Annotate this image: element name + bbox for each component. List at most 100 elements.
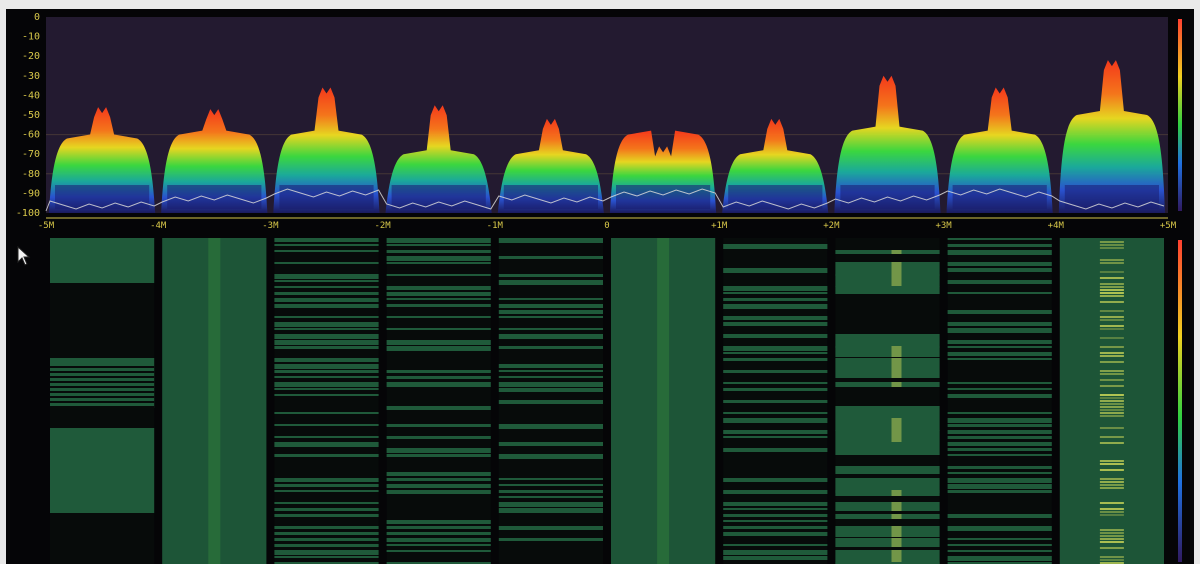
waterfall-burst — [274, 478, 379, 482]
waterfall-burst — [947, 346, 1052, 348]
waterfall-center — [208, 238, 221, 564]
waterfall-hot — [891, 250, 902, 254]
waterfall-burst — [947, 238, 1052, 240]
waterfall-hot — [1099, 541, 1124, 543]
waterfall-hot — [1099, 559, 1124, 561]
waterfall-burst — [274, 394, 379, 396]
waterfall-gap — [50, 376, 155, 378]
waterfall-burst — [835, 442, 940, 455]
y-tick-label: -50 — [22, 110, 40, 121]
waterfall-hot — [1099, 538, 1124, 540]
waterfall-hot — [1099, 463, 1124, 465]
waterfall-burst — [498, 502, 603, 507]
waterfall-hot — [891, 502, 902, 511]
waterfall-burst — [386, 382, 491, 387]
waterfall-hot — [1099, 241, 1124, 243]
waterfall-burst — [498, 364, 603, 368]
waterfall-hot — [1099, 406, 1124, 408]
y-tick-label: -60 — [22, 130, 40, 141]
waterfall-burst — [386, 406, 491, 410]
waterfall-hot — [1099, 514, 1124, 516]
waterfall-burst — [947, 514, 1052, 518]
waterfall-burst — [274, 508, 379, 511]
waterfall-burst — [947, 358, 1052, 360]
waterfall-burst — [386, 274, 491, 276]
waterfall-hot — [891, 370, 902, 378]
waterfall-burst — [835, 286, 940, 294]
waterfall-burst — [835, 466, 940, 474]
x-tick-label: -3M — [262, 221, 279, 231]
waterfall-burst — [498, 346, 603, 349]
waterfall-burst — [835, 346, 940, 357]
waterfall-burst — [498, 334, 603, 339]
waterfall-burst — [386, 478, 491, 481]
waterfall-hot — [1099, 394, 1124, 396]
waterfall-burst — [498, 274, 603, 277]
waterfall-gap — [50, 381, 155, 383]
waterfall-channel — [50, 238, 155, 564]
waterfall-channel — [611, 238, 716, 564]
waterfall-burst — [274, 250, 379, 252]
waterfall-burst — [498, 526, 603, 530]
waterfall-burst — [386, 376, 491, 379]
y-tick-label: -10 — [22, 32, 40, 43]
waterfall-burst — [498, 382, 603, 387]
waterfall-burst — [386, 532, 491, 535]
waterfall-display[interactable] — [6, 238, 1194, 564]
noise-floor — [616, 185, 711, 209]
x-tick-label: -5M — [38, 221, 55, 231]
waterfall-burst — [386, 346, 491, 351]
waterfall-hot — [1099, 508, 1124, 510]
waterfall-hot — [1099, 409, 1124, 411]
waterfall-burst — [274, 328, 379, 330]
waterfall-gap — [50, 366, 155, 368]
waterfall-burst — [274, 556, 379, 558]
waterfall-burst — [947, 442, 1052, 446]
waterfall-burst — [498, 304, 603, 308]
waterfall-burst — [723, 382, 828, 384]
waterfall-burst — [498, 328, 603, 330]
waterfall-hot — [1099, 346, 1124, 348]
waterfall-channel — [274, 238, 379, 564]
waterfall-burst — [274, 382, 379, 387]
waterfall-burst — [723, 490, 828, 494]
waterfall-burst — [723, 316, 828, 320]
waterfall-burst — [274, 244, 379, 246]
waterfall-burst — [947, 550, 1052, 552]
waterfall-burst — [386, 448, 491, 453]
waterfall-burst — [274, 502, 379, 504]
waterfall-burst — [723, 508, 828, 510]
waterfall-hot — [1099, 385, 1124, 387]
waterfall-burst — [274, 538, 379, 541]
waterfall-burst — [274, 484, 379, 487]
waterfall-burst — [274, 532, 379, 535]
y-tick-label: -30 — [22, 71, 40, 82]
waterfall-burst — [498, 496, 603, 498]
waterfall-burst — [723, 556, 828, 560]
waterfall-burst — [386, 454, 491, 457]
waterfall-burst — [723, 346, 828, 351]
y-tick-label: 0 — [34, 12, 40, 23]
waterfall-burst — [947, 268, 1052, 272]
waterfall-burst — [835, 382, 940, 387]
waterfall-burst — [50, 238, 155, 283]
waterfall-burst — [274, 364, 379, 369]
waterfall-hot — [1099, 373, 1124, 375]
waterfall-hot — [891, 550, 902, 564]
waterfall-burst — [498, 508, 603, 513]
waterfall-hot — [1099, 289, 1124, 291]
waterfall-hot — [1099, 328, 1124, 330]
y-tick-label: -90 — [22, 188, 40, 199]
waterfall-hot — [1099, 400, 1124, 402]
waterfall-burst — [386, 520, 491, 524]
waterfall-burst — [947, 322, 1052, 326]
waterfall-burst — [498, 478, 603, 480]
waterfall-burst — [947, 310, 1052, 314]
spectrum-plot[interactable]: 0-10-20-30-40-50-60-70-80-90-100 — [6, 9, 1194, 223]
waterfall-burst — [498, 310, 603, 314]
waterfall-burst — [386, 538, 491, 542]
sdr-display-frame: 0 -10 -20 -30 -40 -50 -60 -70 -80 -90 -100 -5M -4M -… — [6, 9, 1194, 564]
waterfall-hot — [891, 262, 902, 276]
waterfall-hot — [1099, 325, 1124, 327]
waterfall-burst — [835, 250, 940, 254]
